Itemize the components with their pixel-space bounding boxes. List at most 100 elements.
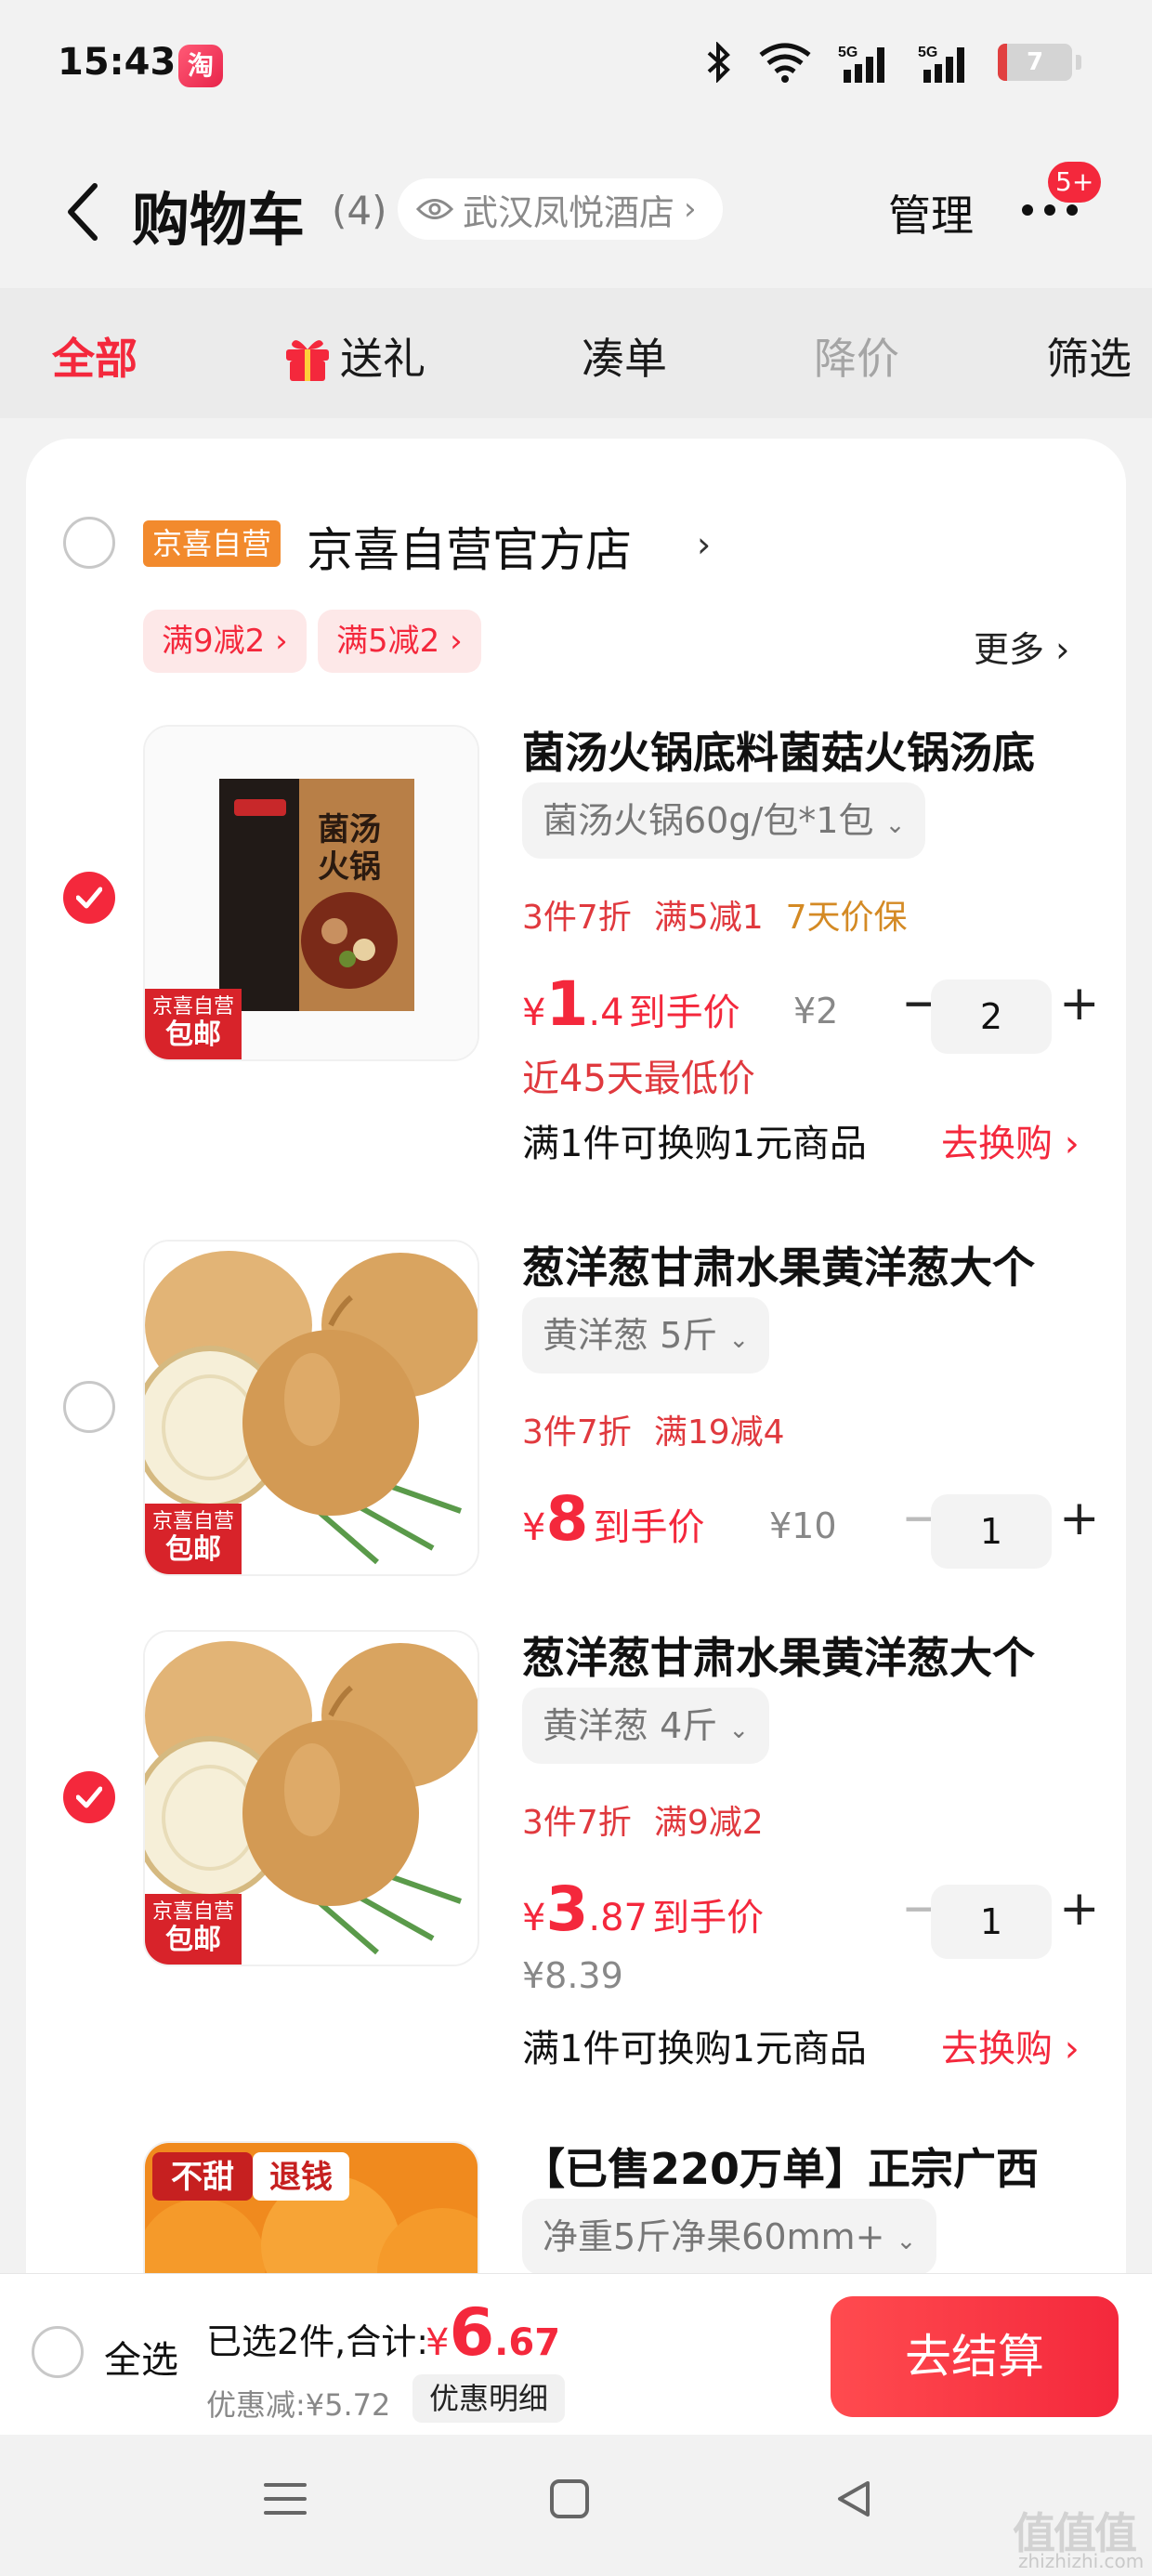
total-dec: .67 [494,2321,561,2364]
spec-selector[interactable]: 菌汤火锅60g/包*1包 ⌄ [522,782,926,859]
spec-label: 净重5斤净果60mm+ [543,2216,885,2257]
chevron-down-icon: ⌄ [728,1716,750,1744]
chevron-down-icon: ⌄ [884,811,906,839]
swap-offer-link[interactable]: 去换购 › [941,1113,1080,1167]
page-title: 购物车 [132,186,306,254]
final-price: ¥8 到手价 [522,1483,705,1555]
tab-all[interactable]: 全部 [52,325,137,387]
svg-text:菌汤: 菌汤 [318,811,381,848]
swap-offer-text: 满1件可换购1元商品 [522,2028,867,2070]
total-price: ¥6.67 [425,2294,560,2371]
promo-tag: 满9减2 [653,1804,764,1842]
store-select-checkbox[interactable] [63,517,115,569]
checkout-bar: 全选 已选2件,合计: ¥6.67 优惠减:¥5.72 优惠明细 去结算 [0,2273,1152,2435]
thumb-tag-bottom: 包邮 [165,1533,221,1566]
more-promos-link[interactable]: 更多 › [974,621,1069,672]
final-price: ¥1.4 到手价 [522,968,740,1040]
promo-chip-1[interactable]: 满9减2 › [143,610,307,673]
price-label: 到手价 [652,1897,765,1939]
back-nav-icon[interactable] [831,2476,877,2526]
quantity-input[interactable]: 2 [931,979,1052,1054]
self-operated-free-shipping-tag: 京喜自营 包邮 [145,1504,242,1574]
product-image[interactable]: 菌汤 火锅 京喜自营 包邮 [143,725,479,1061]
promo-chip-2[interactable]: 满5减2 › [318,610,481,673]
spec-selector[interactable]: 黄洋葱 5斤 ⌄ [522,1297,770,1373]
more-promos-label: 更多 [974,629,1045,670]
select-all-label[interactable]: 全选 [104,2330,178,2384]
spec-label: 菌汤火锅60g/包*1包 [543,800,874,841]
thumb-banner-a: 不甜 [171,2159,234,2196]
product-title[interactable]: 葱洋葱甘肃水果黄洋葱大个 [522,1234,1035,1295]
item-checkbox[interactable] [63,1381,115,1433]
quantity-input[interactable]: 1 [931,1885,1052,1959]
svg-text:火锅: 火锅 [318,848,381,886]
original-price: ¥10 [769,1505,837,1546]
discount-detail-button[interactable]: 优惠明细 [412,2374,566,2423]
product-image[interactable]: 京喜自营 包邮 [143,1240,479,1576]
price-label: 到手价 [628,992,740,1034]
thumb-tag-top: 京喜自营 [151,1510,234,1533]
tab-gift[interactable]: 送礼 [282,325,425,387]
swap-offer-link[interactable]: 去换购 › [941,2018,1080,2072]
item-checkbox-checked[interactable] [63,872,115,924]
store-name[interactable]: 京喜自营官方店 [307,513,632,580]
promo-tag: 3件7折 [522,1413,632,1452]
increase-quantity-button[interactable]: + [1059,1491,1100,1546]
increase-quantity-button[interactable]: + [1059,1881,1100,1937]
delivery-location-selector[interactable]: 武汉凤悦酒店 › [398,178,723,240]
chevron-down-icon: ⌄ [728,1326,750,1354]
increase-quantity-button[interactable]: + [1059,976,1100,1032]
tab-filter[interactable]: 筛选 [1046,325,1132,387]
promo-tag: 满5减1 [653,899,764,937]
status-time: 15:43 [58,41,177,84]
home-icon[interactable] [546,2476,593,2526]
battery-level: 7 [1026,48,1044,76]
price-dec: .87 [588,1897,648,1939]
thumb-tag-top: 京喜自营 [151,1900,234,1924]
lowest-price-note: 近45天最低价 [522,1058,755,1100]
eye-icon [416,199,453,219]
thumb-tag-top: 京喜自营 [151,995,234,1019]
price-label: 到手价 [593,1506,705,1549]
tab-price-drop[interactable]: 降价 [814,325,899,387]
gift-icon [286,340,329,381]
selected-summary: 已选2件,合计: [206,2321,429,2362]
menu-icon[interactable] [262,2476,308,2526]
tab-bundle[interactable]: 凑单 [582,325,667,387]
chevron-right-icon: › [697,524,712,565]
svg-text:5G: 5G [838,45,857,60]
product-image[interactable]: 京喜自营 包邮 [143,1630,479,1966]
discount-amount: 优惠减:¥5.72 [206,2387,391,2423]
original-price: ¥8.39 [522,1955,623,1996]
quantity-input[interactable]: 1 [931,1494,1052,1569]
promo-chip-label: 满5减2 [336,623,440,660]
back-arrow-icon[interactable] [56,175,111,249]
status-bar: 15:43 淘 5G 5G 7 [0,0,1152,139]
total-int: 6 [449,2294,495,2371]
manage-button[interactable]: 管理 [888,182,974,243]
product-title[interactable]: 【已售220万单】正宗广西 [522,2136,1039,2197]
product-title[interactable]: 葱洋葱甘肃水果黄洋葱大个 [522,1624,1035,1686]
watermark-url: zhizhizhi.com [1018,2550,1145,2572]
price-protect-tag: 7天价保 [785,899,908,937]
promo-tags: 3件7折 满19减4 [522,1405,807,1453]
promo-tag: 3件7折 [522,899,632,937]
spec-selector[interactable]: 净重5斤净果60mm+ ⌄ [522,2199,937,2275]
check-icon [76,1786,102,1808]
taobao-app-icon: 淘 [178,45,223,87]
wifi-icon [758,41,812,84]
promo-tag: 满19减4 [653,1413,785,1452]
item-checkbox-checked[interactable] [63,1771,115,1823]
message-badge: 5+ [1048,162,1102,203]
signal-5g-icon-1: 5G [838,41,892,84]
checkout-button[interactable]: 去结算 [831,2296,1119,2417]
check-icon [76,887,102,909]
filter-tabs: 全部 送礼 凑单 降价 筛选 [0,288,1152,418]
bluetooth-icon [706,41,732,84]
select-all-checkbox[interactable] [32,2326,84,2378]
spec-selector[interactable]: 黄洋葱 4斤 ⌄ [522,1688,770,1764]
product-title[interactable]: 菌汤火锅底料菌菇火锅汤底 [522,719,1035,781]
thumb-banner-b: 退钱 [269,2159,333,2196]
promo-tags: 3件7折 满5减1 7天价保 [522,890,930,939]
cart-header: 购物车 (4) 武汉凤悦酒店 › 管理 5+ [0,139,1152,288]
